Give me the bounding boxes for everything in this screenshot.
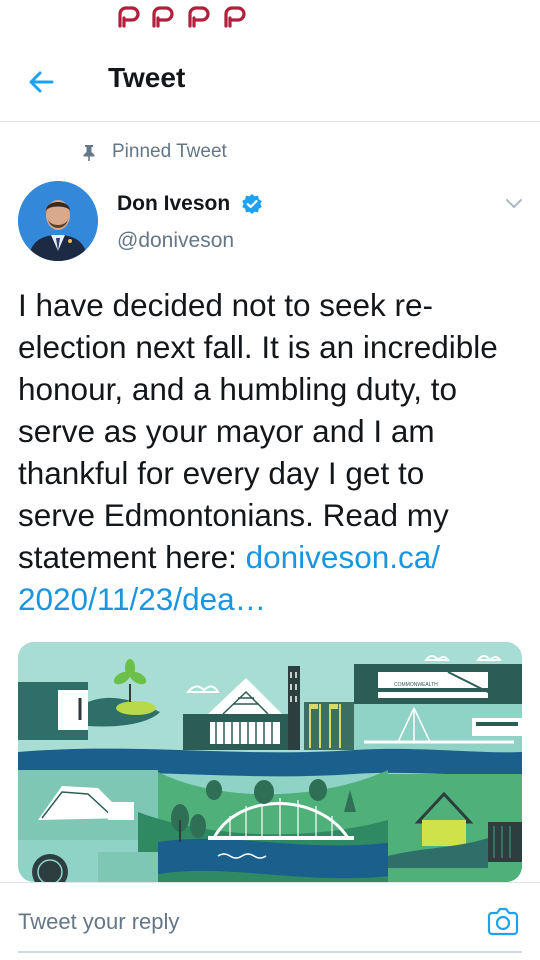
app-header: Tweet — [0, 40, 540, 122]
parler-icon — [224, 6, 246, 28]
parler-icon — [188, 6, 210, 28]
tweet-body: I have decided not to seek re- election … — [18, 287, 498, 575]
status-bar — [0, 0, 540, 40]
profile-photo — [18, 181, 98, 261]
page-title: Tweet — [108, 62, 186, 93]
avatar[interactable] — [18, 181, 98, 261]
arrow-left-icon[interactable] — [22, 62, 62, 102]
reply-input[interactable]: Tweet your reply — [18, 909, 179, 935]
reply-underline — [18, 951, 522, 953]
tweet-text: I have decided not to seek re- election … — [18, 284, 528, 620]
pinned-label: Pinned Tweet — [112, 141, 227, 162]
city-illustration: COMMONWEALTH — [18, 642, 522, 882]
verified-badge-icon — [242, 194, 262, 214]
author-name[interactable]: Don Iveson — [117, 192, 230, 216]
camera-icon[interactable] — [486, 907, 520, 937]
parler-icon — [118, 6, 140, 28]
author-handle[interactable]: @doniveson — [117, 229, 234, 253]
stadium-sign: COMMONWEALTH — [394, 682, 438, 688]
pinned-indicator: Pinned Tweet — [80, 140, 227, 164]
pin-icon — [83, 145, 95, 161]
tweet-media-image[interactable]: COMMONWEALTH — [18, 642, 522, 882]
reply-bar: Tweet your reply — [0, 882, 540, 960]
chevron-down-icon[interactable] — [502, 193, 526, 213]
parler-icon — [152, 6, 174, 28]
